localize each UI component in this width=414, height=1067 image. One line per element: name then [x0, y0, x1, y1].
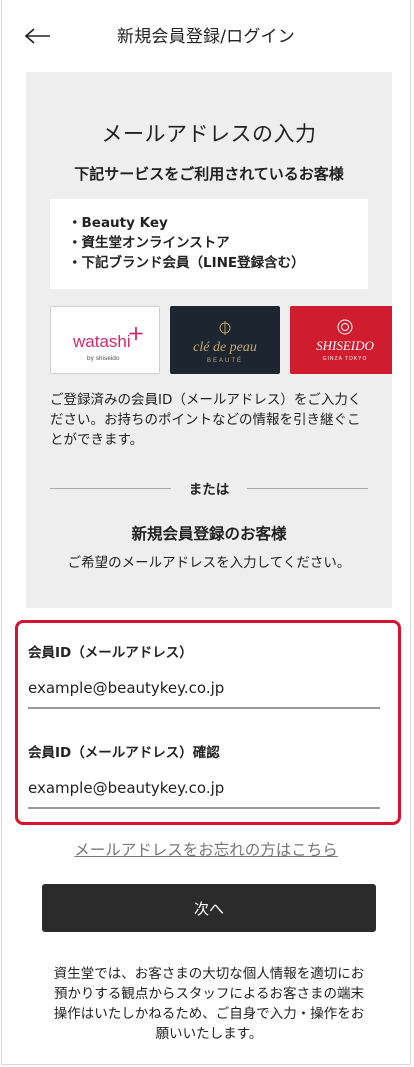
- service-list-box: Beauty Key 資生堂オンラインストア 下記ブランド会員（LINE登録含む…: [50, 199, 368, 289]
- cle-de-peau-logo: clé de peau BEAUTÉ: [170, 306, 280, 374]
- or-divider: または: [50, 478, 368, 498]
- email-label: 会員ID（メールアドレス）: [28, 645, 193, 661]
- or-label: または: [188, 482, 230, 498]
- service-item: Beauty Key: [68, 213, 368, 233]
- description-text: ご登録済みの会員ID（メールアドレス）をご入力ください。お持ちのポイントなどの情…: [50, 392, 362, 448]
- email-confirm-label: 会員ID（メールアドレス）確認: [28, 745, 220, 761]
- service-item: 資生堂オンラインストア: [68, 233, 368, 253]
- forgot-email-link[interactable]: メールアドレスをお忘れの方はこちら: [2, 838, 410, 860]
- brand-logo-strip[interactable]: watashi by shiseido clé de peau BEAUTÉ S…: [50, 306, 392, 374]
- info-panel: メールアドレスの入力 下記サービスをご利用されているお客様 Beauty Key…: [26, 72, 392, 608]
- cle-de-peau-emblem-icon: [219, 321, 231, 335]
- header: 新規会員登録/ログイン: [2, 0, 410, 72]
- page-title: 新規会員登録/ログイン: [117, 27, 295, 47]
- shiseido-logo-text: SHISEIDO: [316, 338, 374, 353]
- plus-icon: [129, 327, 143, 340]
- shiseido-logo-sub: GINZA TOKYO: [323, 356, 368, 362]
- email-field[interactable]: [28, 669, 380, 709]
- shiseido-logo: SHISEIDO GINZA TOKYO: [290, 306, 392, 374]
- service-list: Beauty Key 資生堂オンラインストア 下記ブランド会員（LINE登録含む…: [68, 213, 368, 273]
- new-member-text: ご希望のメールアドレスを入力してください。: [67, 555, 351, 571]
- divider-line: [50, 487, 171, 489]
- footer-note: 資生堂では、お客さまの大切な個人情報を適切にお預かりする観点からスタッフによるお…: [53, 966, 365, 1042]
- login-screen: 新規会員登録/ログイン メールアドレスの入力 下記サービスをご利用されているお客…: [1, 0, 411, 1065]
- watashi-logo-sub: by shiseido: [87, 355, 120, 362]
- divider-line: [247, 487, 368, 489]
- shiseido-camellia-icon: [337, 319, 353, 335]
- panel-title: メールアドレスの入力: [101, 122, 317, 146]
- service-item: 下記ブランド会員（LINE登録含む）: [68, 253, 368, 273]
- next-button[interactable]: 次へ: [42, 884, 376, 932]
- cle-de-peau-logo-text: clé de peau: [193, 340, 257, 355]
- watashi-logo-text: watashi: [72, 332, 131, 351]
- email-form: 会員ID（メールアドレス） 会員ID（メールアドレス）確認: [15, 620, 401, 825]
- email-confirm-field[interactable]: [28, 769, 380, 809]
- new-member-title: 新規会員登録のお客様: [131, 525, 287, 543]
- watashi-logo: watashi by shiseido: [50, 306, 160, 374]
- panel-subtitle: 下記サービスをご利用されているお客様: [74, 165, 344, 183]
- cle-de-peau-logo-sub: BEAUTÉ: [207, 357, 243, 364]
